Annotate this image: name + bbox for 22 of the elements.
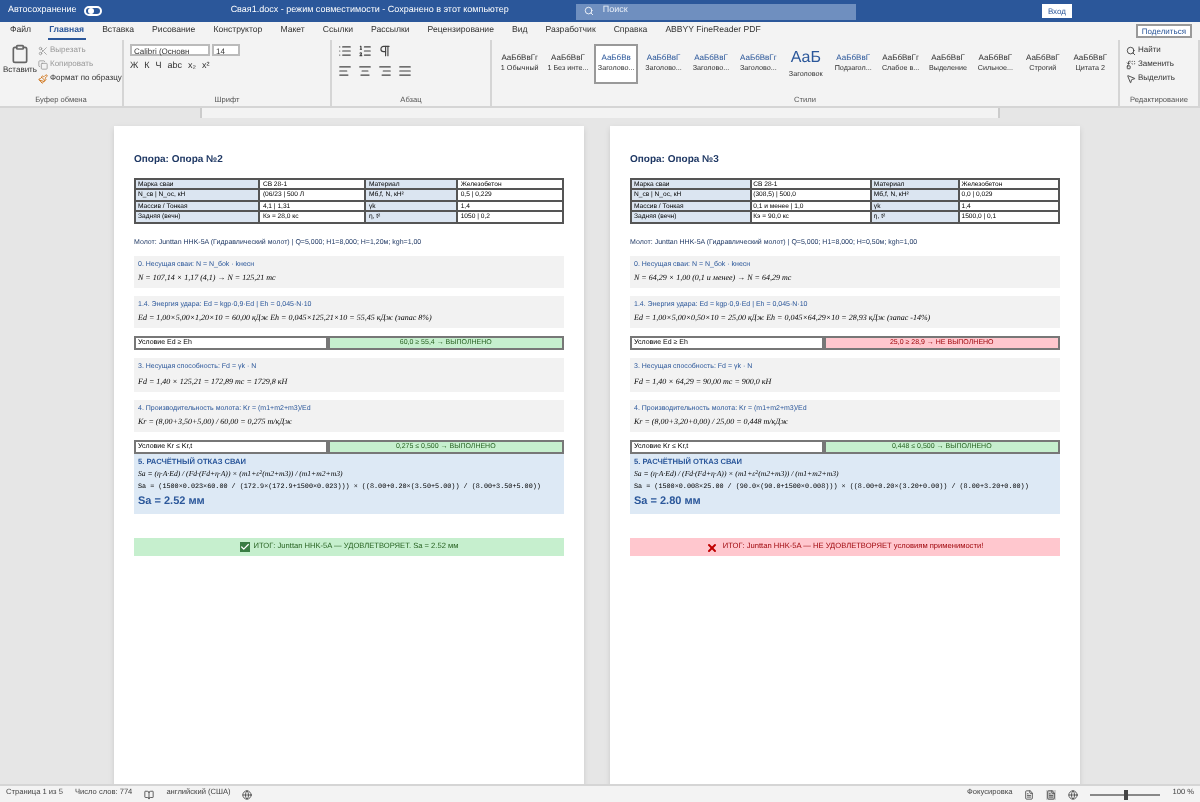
proofing-icon[interactable] [144, 789, 155, 799]
search-icon [584, 6, 595, 16]
align-justify-icon[interactable] [398, 64, 412, 78]
copy-icon [38, 59, 48, 69]
search-icon [1126, 45, 1136, 55]
align-center-icon[interactable] [358, 64, 372, 78]
cross-icon [706, 541, 719, 554]
autosave-toggle[interactable] [84, 6, 103, 16]
numbered-list-icon[interactable] [358, 44, 372, 58]
check-icon [239, 542, 250, 553]
pointer-icon [1126, 73, 1136, 83]
paintbrush-icon [38, 73, 48, 83]
clipboard-icon [10, 44, 30, 64]
align-left-icon[interactable] [338, 64, 352, 78]
replace-icon [1126, 59, 1136, 69]
pilcrow-icon[interactable] [378, 44, 392, 58]
web-layout-icon[interactable] [1068, 789, 1079, 799]
bullet-list-icon[interactable] [338, 44, 352, 58]
scissors-icon [38, 45, 48, 55]
align-right-icon[interactable] [378, 64, 392, 78]
print-layout-icon[interactable] [1046, 789, 1057, 799]
read-mode-icon[interactable] [1024, 789, 1035, 799]
